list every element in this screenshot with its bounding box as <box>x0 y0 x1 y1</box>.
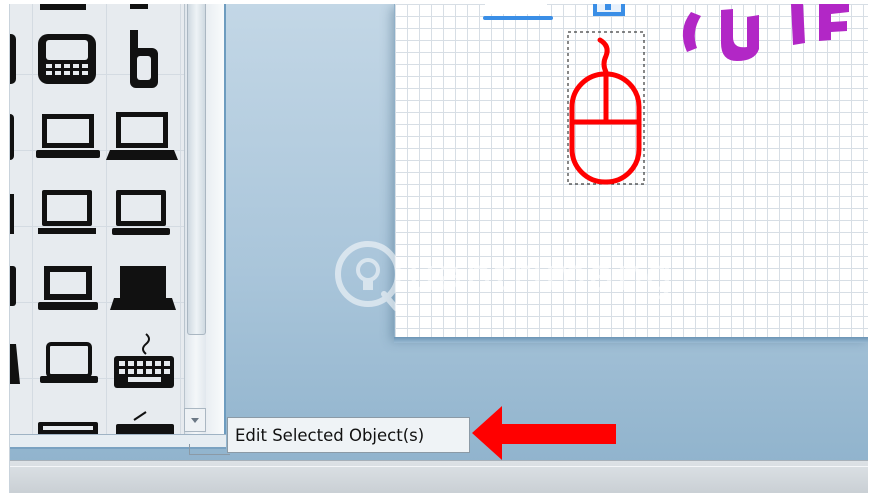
laptop-icon[interactable] <box>38 266 98 310</box>
library-scrollbar[interactable] <box>184 4 208 434</box>
keyboard-icon[interactable] <box>116 411 174 434</box>
laptop-icon[interactable] <box>40 342 98 383</box>
scrollbar-thumb[interactable] <box>187 4 206 335</box>
watermark-logo: uantrimang <box>330 236 680 316</box>
clipped-blue-shape[interactable] <box>593 4 625 16</box>
laptop-icon[interactable] <box>106 112 178 160</box>
selected-mouse-object[interactable] <box>567 31 645 185</box>
red-arrow-annotation <box>472 406 616 460</box>
tooltip-connector <box>189 444 230 455</box>
library-icon-grid <box>10 4 178 434</box>
partial-top-row <box>40 4 148 10</box>
wordart-text-shape[interactable] <box>682 4 849 61</box>
library-panel-edge <box>206 4 226 442</box>
watermark-text: uantrimang <box>408 250 674 301</box>
cordless-phone-icon[interactable] <box>130 30 158 88</box>
mobile-phone-icon[interactable] <box>38 34 96 84</box>
symbol-library-panel <box>10 4 188 434</box>
chevron-down-icon <box>191 418 199 423</box>
canvas-shadow <box>394 337 868 343</box>
keyboard-icon[interactable] <box>114 333 174 388</box>
app-window: uantrimang Edit Selected Object(s) <box>9 4 868 493</box>
status-bar <box>10 460 868 493</box>
tooltip-text: Edit Selected Object(s) <box>235 425 425 445</box>
monitor-icon[interactable] <box>38 190 96 234</box>
monitor-icon[interactable] <box>112 190 170 235</box>
laptop-icon[interactable] <box>110 266 176 310</box>
keyboard-icon[interactable] <box>38 422 98 434</box>
scroll-down-button[interactable] <box>184 408 206 432</box>
tooltip: Edit Selected Object(s) <box>227 417 470 453</box>
mouse-icon <box>569 37 642 185</box>
laptop-icon[interactable] <box>36 114 100 158</box>
clipped-laptop-shape[interactable] <box>483 4 553 20</box>
left-cutoff-icons <box>10 34 20 384</box>
status-bar-highlight <box>10 466 868 467</box>
